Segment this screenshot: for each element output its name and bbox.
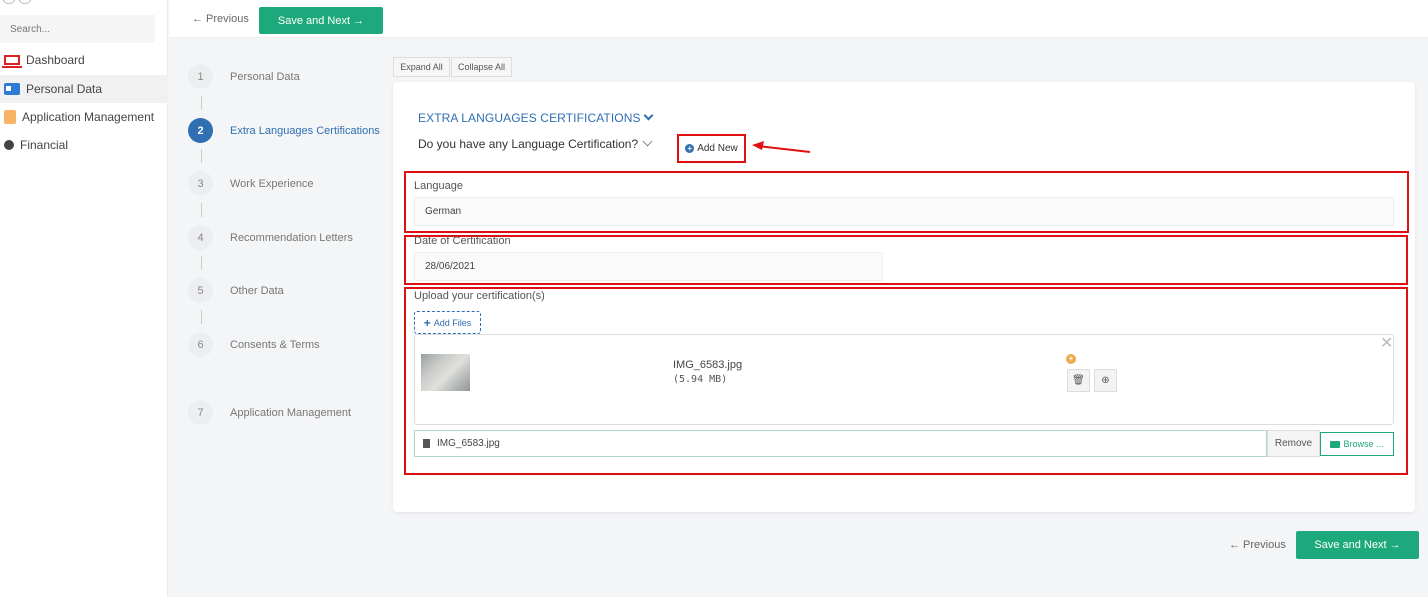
folder-icon [1330,440,1341,448]
step-number: 5 [188,278,213,303]
step-number: 6 [188,332,213,357]
save-and-next-button[interactable]: Save and Next → [259,7,383,34]
step-label: Work Experience [230,177,314,190]
step-label: Personal Data [230,70,300,83]
sidebar-item-financial[interactable]: Financial [0,131,168,159]
file-caption-text: IMG_6583.jpg [437,438,500,449]
chevron-down-icon [643,110,654,121]
date-of-certification-field[interactable]: 28/06/2021 [414,252,883,281]
sidebar-item-label: Personal Data [26,82,103,96]
language-label: Language [414,180,463,192]
add-files-label: Add Files [433,317,472,328]
step-connector [201,203,202,217]
file-preview-area [414,334,1394,425]
logo [2,0,42,8]
plus-icon: + [423,315,431,330]
save-and-next-button[interactable]: Save and Next → [1296,531,1419,559]
zoom-icon: ⊕ [1101,375,1110,386]
add-files-button[interactable]: + Add Files [414,311,481,334]
step-label: Application Management [230,406,352,419]
step-other-data[interactable]: 5 Other Data [188,278,284,303]
search-input[interactable] [0,15,155,43]
step-application-management[interactable]: 7 Application Management [188,400,351,425]
step-work-experience[interactable]: 3 Work Experience [188,171,314,196]
sidebar-item-label: Financial [20,138,69,152]
language-field[interactable]: German [414,197,1394,226]
step-label: Other Data [230,284,284,297]
browse-button[interactable]: Browse ... [1320,432,1394,456]
step-connector [201,310,202,324]
step-extra-languages[interactable]: 2 Extra Languages Certifications [188,118,380,143]
file-thumbnail [421,354,470,391]
step-connector [201,256,202,270]
sidebar-item-personal-data[interactable]: Personal Data [0,75,168,103]
step-number: 3 [188,171,213,196]
step-personal-data[interactable]: 1 Personal Data [188,64,300,89]
chevron-down-icon [642,136,653,147]
expand-all-button[interactable]: Expand All [393,57,450,77]
step-label: Extra Languages Certifications [230,124,380,137]
question-text: Do you have any Language Certification? [418,137,639,151]
document-icon [4,110,16,124]
coins-icon [4,140,14,150]
file-caption[interactable]: IMG_6583.jpg [414,430,1267,457]
sidebar-item-label: Application Management [22,110,155,124]
id-card-icon [4,83,20,95]
sidebar-item-dashboard[interactable]: Dashboard [0,46,168,74]
collapse-all-button[interactable]: Collapse All [451,57,512,77]
step-number: 4 [188,225,213,250]
step-number: 7 [188,400,213,425]
step-recommendation-letters[interactable]: 4 Recommendation Letters [188,225,353,250]
step-number: 2 [188,118,213,143]
step-label: Recommendation Letters [230,231,353,244]
file-icon [423,439,430,448]
laptop-icon [2,55,22,68]
language-certification-question[interactable]: Do you have any Language Certification? [418,136,653,151]
plus-circle-icon[interactable]: + [1066,354,1076,364]
delete-file-button[interactable]: 🗑 [1067,369,1090,392]
close-icon[interactable]: ✕ [1380,333,1393,353]
previous-button[interactable]: ← Previous [1229,539,1286,551]
upload-label: Upload your certification(s) [414,290,545,302]
previous-button[interactable]: ← Previous [192,13,249,25]
file-size: (5.94 MB) [673,374,728,385]
section-title[interactable]: EXTRA LANGUAGES CERTIFICATIONS [418,110,654,125]
step-connector [201,149,202,163]
add-new-label: Add New [697,143,738,154]
plus-circle-icon: + [685,144,695,153]
annotation-arrow [752,141,811,153]
sidebar-item-label: Dashboard [26,53,85,67]
step-label: Consents & Terms [230,338,320,351]
step-number: 1 [188,64,213,89]
add-new-button[interactable]: + Add New [677,134,746,163]
sidebar-item-application-management[interactable]: Application Management [0,103,168,131]
browse-label: Browse ... [1343,439,1384,449]
section-title-text: EXTRA LANGUAGES CERTIFICATIONS [418,111,641,125]
trash-icon: 🗑 [1072,375,1085,386]
zoom-file-button[interactable]: ⊕ [1094,369,1117,392]
remove-button[interactable]: Remove [1267,430,1320,457]
step-consents-terms[interactable]: 6 Consents & Terms [188,332,320,357]
file-name: IMG_6583.jpg [673,359,743,371]
step-connector [201,96,202,110]
date-label: Date of Certification [414,235,511,247]
